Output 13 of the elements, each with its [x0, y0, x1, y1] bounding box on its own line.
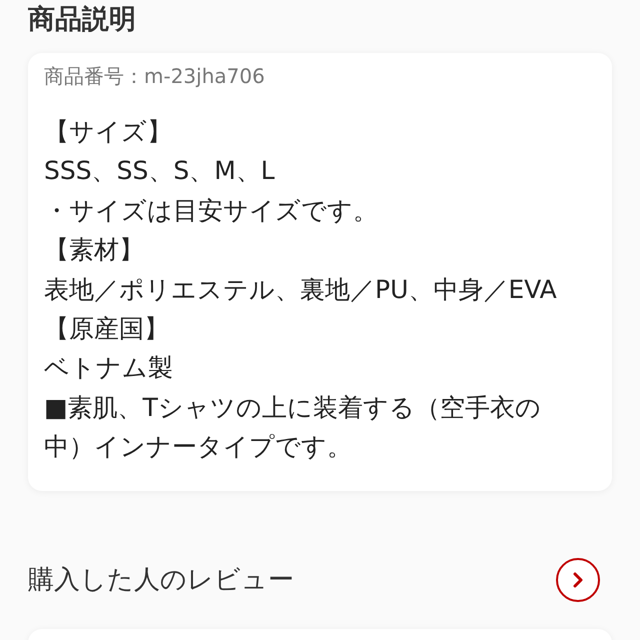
description-line: ・サイズは目安サイズです。 — [44, 194, 379, 227]
description-line: SSS、SS、S、M、L — [44, 155, 276, 188]
description-line: 【素材】 — [44, 234, 145, 266]
description-line: 表地／ポリエステル、裏地／PU、中身／EVA — [44, 274, 558, 306]
description-line: 【サイズ】 — [44, 116, 173, 148]
chevron-right-icon — [572, 572, 584, 588]
description-line: 【原産国】 — [44, 313, 170, 346]
next-button[interactable] — [556, 558, 600, 602]
product-number: 商品番号：m-23jha706 — [44, 63, 266, 90]
description-line: ベトナム製 — [44, 352, 174, 384]
section-title: 購入した人のレビュー — [28, 564, 294, 597]
section-title: 商品説明 — [28, 3, 137, 37]
description-line: ■素肌、Tシャツの上に装着する（空手衣の中）インナータイプです。 — [44, 392, 542, 464]
